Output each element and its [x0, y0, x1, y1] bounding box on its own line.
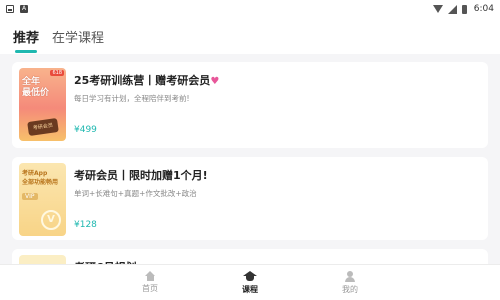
wifi-icon: [432, 5, 443, 13]
nav-courses[interactable]: 课程: [220, 265, 280, 300]
graduation-cap-icon: [243, 270, 257, 282]
course-title: 25考研训练营丨赠考研会员♥: [74, 74, 220, 87]
course-thumbnail: 618 全年 最低价 考研会员: [19, 68, 66, 141]
tab-bar: 推荐 在学课程: [0, 18, 500, 54]
tab-in-study-label: 在学课程: [52, 31, 105, 46]
user-icon: [345, 270, 355, 282]
thumbnail-text: 全年 最低价: [22, 77, 50, 98]
vip-logo-icon: V: [41, 210, 61, 230]
tab-recommend[interactable]: 推荐: [13, 27, 40, 53]
course-card[interactable]: 考研App 全部功能畅用 VIP V 考研会员丨限时加赠1个月! 单词+长难句+…: [12, 157, 488, 240]
course-price: ¥499: [74, 125, 97, 135]
course-price: ¥128: [74, 220, 97, 230]
thumbnail-badge: 考研会员: [27, 117, 59, 137]
thumbnail-text: 考研App 全部功能畅用: [22, 170, 59, 186]
vip-badge: VIP: [22, 193, 38, 200]
signal-icon: [447, 4, 457, 14]
nav-mine[interactable]: 我的: [320, 265, 380, 300]
nav-courses-label: 课程: [242, 284, 258, 294]
tab-in-study[interactable]: 在学课程: [52, 27, 104, 46]
clock: 6:04: [473, 4, 494, 14]
course-card[interactable]: 618 全年 最低价 考研会员 25考研训练营丨赠考研会员♥ 每日学习有计划，全…: [12, 62, 488, 148]
bottom-nav: 首页 课程 我的: [0, 264, 500, 300]
nav-home-label: 首页: [142, 284, 158, 293]
course-title: 考研会员丨限时加赠1个月!: [74, 169, 208, 182]
nav-home[interactable]: 首页: [120, 265, 180, 300]
battery-icon: [461, 4, 467, 14]
thumbnail-tag: 618: [50, 70, 64, 76]
home-icon: [144, 271, 156, 281]
course-desc: 单词+长难句+真题+作文批改+政治: [74, 189, 197, 198]
a-icon: A: [20, 5, 28, 13]
nav-mine-label: 我的: [342, 284, 358, 294]
course-list: 618 全年 最低价 考研会员 25考研训练营丨赠考研会员♥ 每日学习有计划，全…: [12, 62, 488, 298]
tab-recommend-label: 推荐: [13, 31, 40, 46]
photo-icon: [6, 5, 14, 13]
course-thumbnail: 考研App 全部功能畅用 VIP V: [19, 163, 66, 236]
tab-active-indicator: [15, 50, 37, 53]
course-desc: 每日学习有计划，全程陪伴到考前!: [74, 94, 190, 103]
status-bar: A 6:04: [0, 0, 500, 18]
heart-icon: ♥: [210, 76, 220, 87]
